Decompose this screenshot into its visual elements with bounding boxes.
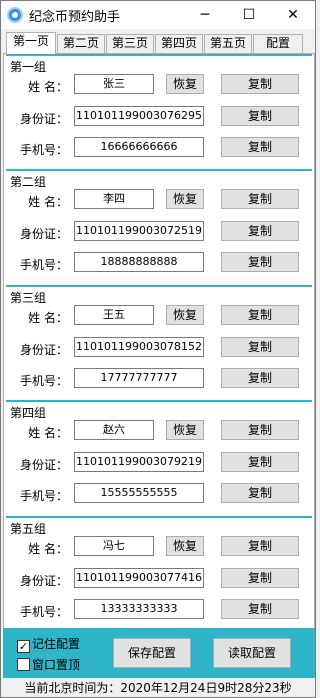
remember-config-checkbox[interactable]: ✓ 记住配置 xyxy=(17,635,80,653)
restore-button[interactable]: 恢复 xyxy=(166,305,204,325)
restore-button[interactable]: 恢复 xyxy=(166,189,204,209)
tab-bar: 第一页 第二页 第三页 第四页 第五页 配置 xyxy=(4,32,314,54)
footer-panel: ✓ 记住配置 窗口置顶 保存配置 读取配置 xyxy=(3,628,315,678)
copy-phone-button[interactable]: 复制 xyxy=(221,252,299,272)
maximize-button[interactable]: ☐ xyxy=(227,1,271,29)
status-bar: 当前北京时间为：2020年12月24日9时28分23秒 xyxy=(24,681,292,695)
save-config-button[interactable]: 保存配置 xyxy=(113,638,191,668)
minimize-button[interactable]: ─ xyxy=(183,1,227,29)
copy-id-button[interactable]: 复制 xyxy=(221,337,299,357)
name-field[interactable]: 冯七 xyxy=(74,536,154,556)
copy-phone-button[interactable]: 复制 xyxy=(221,483,299,503)
checkbox-checked-icon: ✓ xyxy=(17,640,30,653)
copy-name-button[interactable]: 复制 xyxy=(221,74,299,94)
name-label: 姓 名： xyxy=(28,80,68,94)
copy-phone-button[interactable]: 复制 xyxy=(221,599,299,619)
restore-button[interactable]: 恢复 xyxy=(166,74,204,94)
name-label: 姓 名： xyxy=(28,195,68,209)
copy-name-button[interactable]: 复制 xyxy=(221,189,299,209)
name-field[interactable]: 王五 xyxy=(74,305,154,325)
phone-label: 手机号： xyxy=(19,258,68,272)
window-title: 纪念币预约助手 xyxy=(29,10,121,25)
copy-phone-button[interactable]: 复制 xyxy=(221,137,299,157)
phone-field[interactable]: 16666666666 xyxy=(74,137,204,157)
phone-label: 手机号： xyxy=(19,143,68,157)
tab-page-4[interactable]: 第四页 xyxy=(155,34,203,53)
copy-name-button[interactable]: 复制 xyxy=(221,536,299,556)
restore-button[interactable]: 恢复 xyxy=(166,420,204,440)
tab-page-1[interactable]: 第一页 xyxy=(6,32,56,54)
checkbox-unchecked-icon xyxy=(17,658,30,671)
id-label: 身份证： xyxy=(19,458,68,472)
group-title: 第五组 xyxy=(10,520,47,537)
tab-page-5[interactable]: 第五页 xyxy=(204,34,252,53)
name-field[interactable]: 李四 xyxy=(74,189,154,209)
id-label: 身份证： xyxy=(19,343,68,357)
phone-field[interactable]: 18888888888 xyxy=(74,252,204,272)
id-label: 身份证： xyxy=(19,574,68,588)
group-title: 第三组 xyxy=(10,289,47,306)
window-top-label: 窗口置顶 xyxy=(32,658,81,672)
name-label: 姓 名： xyxy=(28,426,68,440)
id-label: 身份证： xyxy=(19,227,68,241)
phone-field[interactable]: 17777777777 xyxy=(74,368,204,388)
tab-page-3[interactable]: 第三页 xyxy=(106,34,154,53)
phone-label: 手机号： xyxy=(19,489,68,503)
id-field[interactable]: 110101199003076295 xyxy=(74,106,204,126)
tab-config[interactable]: 配置 xyxy=(253,34,303,53)
name-label: 姓 名： xyxy=(28,311,68,325)
app-logo-icon xyxy=(7,7,23,23)
phone-field[interactable]: 15555555555 xyxy=(74,483,204,503)
remember-config-label: 记住配置 xyxy=(32,637,81,651)
phone-label: 手机号： xyxy=(19,374,68,388)
group-title: 第二组 xyxy=(10,173,47,190)
id-field[interactable]: 110101199003077416 xyxy=(74,568,204,588)
group-1: 第一组 姓 名： 张三 恢复 复制 身份证： 11010119900307629… xyxy=(6,54,312,168)
copy-id-button[interactable]: 复制 xyxy=(221,452,299,472)
copy-name-button[interactable]: 复制 xyxy=(221,305,299,325)
group-5: 第五组 姓 名： 冯七 恢复 复制 身份证： 11010119900307741… xyxy=(6,516,312,630)
copy-phone-button[interactable]: 复制 xyxy=(221,368,299,388)
group-4: 第四组 姓 名： 赵六 恢复 复制 身份证： 11010119900307921… xyxy=(6,400,312,514)
group-3: 第三组 姓 名： 王五 恢复 复制 身份证： 11010119900307815… xyxy=(6,285,312,399)
title-bar: 纪念币预约助手 ─ ☐ ✕ xyxy=(1,1,315,29)
group-title: 第一组 xyxy=(10,58,47,75)
phone-label: 手机号： xyxy=(19,605,68,619)
copy-id-button[interactable]: 复制 xyxy=(221,221,299,241)
restore-button[interactable]: 恢复 xyxy=(166,536,204,556)
id-label: 身份证： xyxy=(19,112,68,126)
id-field[interactable]: 110101199003072519 xyxy=(74,221,204,241)
window-top-checkbox[interactable]: 窗口置顶 xyxy=(17,656,80,673)
tab-page-2[interactable]: 第二页 xyxy=(57,34,105,53)
id-field[interactable]: 110101199003078152 xyxy=(74,337,204,357)
name-label: 姓 名： xyxy=(28,542,68,556)
group-2: 第二组 姓 名： 李四 恢复 复制 身份证： 11010119900307251… xyxy=(6,169,312,283)
tab-panel-page-1: 第一组 姓 名： 张三 恢复 复制 身份证： 11010119900307629… xyxy=(3,53,315,677)
copy-id-button[interactable]: 复制 xyxy=(221,106,299,126)
close-button[interactable]: ✕ xyxy=(271,1,315,29)
copy-name-button[interactable]: 复制 xyxy=(221,420,299,440)
copy-id-button[interactable]: 复制 xyxy=(221,568,299,588)
id-field[interactable]: 110101199003079219 xyxy=(74,452,204,472)
name-field[interactable]: 赵六 xyxy=(74,420,154,440)
phone-field[interactable]: 13333333333 xyxy=(74,599,204,619)
load-config-button[interactable]: 读取配置 xyxy=(213,638,291,668)
app-window: 纪念币预约助手 ─ ☐ ✕ 第一页 第二页 第三页 第四页 第五页 配置 第一组… xyxy=(0,0,316,698)
group-title: 第四组 xyxy=(10,404,47,421)
name-field[interactable]: 张三 xyxy=(74,74,154,94)
